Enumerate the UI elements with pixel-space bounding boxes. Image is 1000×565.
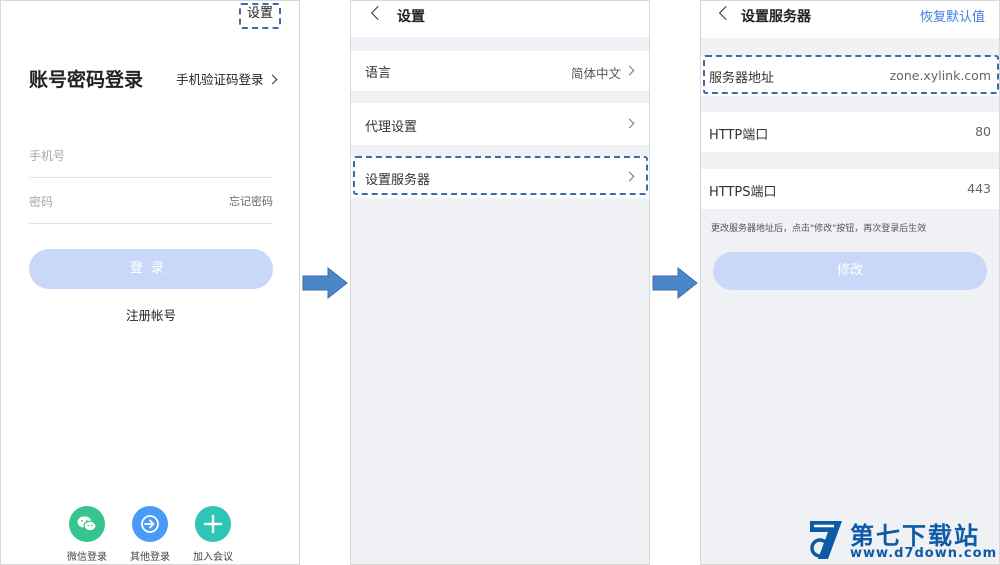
highlight-server-settings [353,156,648,195]
proxy-label: 代理设置 [365,120,418,135]
server-title: 设置服务器 [741,9,811,25]
chevron-right-icon [267,74,277,85]
join-meeting-button[interactable]: 加入会议 [183,506,243,563]
modify-button[interactable]: 修改 [713,252,987,290]
settings-header: 设置 [351,1,649,37]
phone-placeholder: 手机号 [29,149,66,163]
hint-text: 更改服务器地址后，点击"修改"按钮，再次登录后生效 [711,224,927,234]
arrow-right-icon [302,267,348,299]
server-settings-screen: 设置服务器 恢复默认值 服务器地址 zone.xylink.com HTTP端口… [700,0,1000,565]
watermark: 第七下载站 www.d7down.com [806,516,1000,565]
settings-item-language[interactable]: 语言 简体中文 [351,51,649,91]
page-title: 账号密码登录 [29,69,144,91]
chevron-right-icon [624,118,635,129]
plus-icon [195,506,231,542]
language-label: 语言 [365,66,392,81]
settings-link[interactable]: 设置 [241,4,279,28]
back-arrow-icon[interactable] [370,5,386,21]
http-port-value[interactable]: 80 [975,124,991,139]
arrow-right-icon [652,267,698,299]
settings-title: 设置 [397,9,425,25]
forgot-password-link[interactable]: 忘记密码 [229,193,273,209]
chevron-right-icon [624,65,635,76]
other-login-button[interactable]: 其他登录 [120,506,180,563]
login-arrow-icon [132,506,168,542]
sms-login-link[interactable]: 手机验证码登录 [176,69,277,88]
password-field[interactable]: 密码 忘记密码 [29,180,273,224]
sms-login-label: 手机验证码登录 [176,72,264,87]
wechat-icon [69,506,105,542]
https-port-value[interactable]: 443 [967,181,991,196]
settings-item-proxy[interactable]: 代理设置 [351,103,649,145]
phone-field[interactable]: 手机号 [29,134,273,178]
join-meeting-label: 加入会议 [193,552,233,563]
site-logo-icon [810,521,842,559]
https-port-field[interactable]: HTTPS端口 443 [701,169,999,209]
server-header: 设置服务器 恢复默认值 [701,1,999,38]
restore-default-button[interactable]: 恢复默认值 [920,6,985,25]
language-value: 简体中文 [570,66,621,81]
back-arrow-icon[interactable] [718,5,734,21]
watermark-url: www.d7down.com [850,546,998,561]
settings-screen: 设置 语言 简体中文 代理设置 设置服务器 [350,0,650,565]
wechat-login-button[interactable]: 微信登录 [57,506,117,563]
wechat-login-label: 微信登录 [67,552,107,563]
login-button[interactable]: 登录 [29,249,273,289]
other-login-label: 其他登录 [130,552,170,563]
http-port-field[interactable]: HTTP端口 80 [701,112,999,152]
login-screen: 设置 账号密码登录 手机验证码登录 手机号 密码 忘记密码 登录 注册帐号 微信… [0,0,300,565]
highlight-server-address [703,55,999,94]
register-link[interactable]: 注册帐号 [1,305,299,324]
http-port-label: HTTP端口 [709,128,769,143]
password-placeholder: 密码 [29,195,54,209]
https-port-label: HTTPS端口 [709,185,777,200]
